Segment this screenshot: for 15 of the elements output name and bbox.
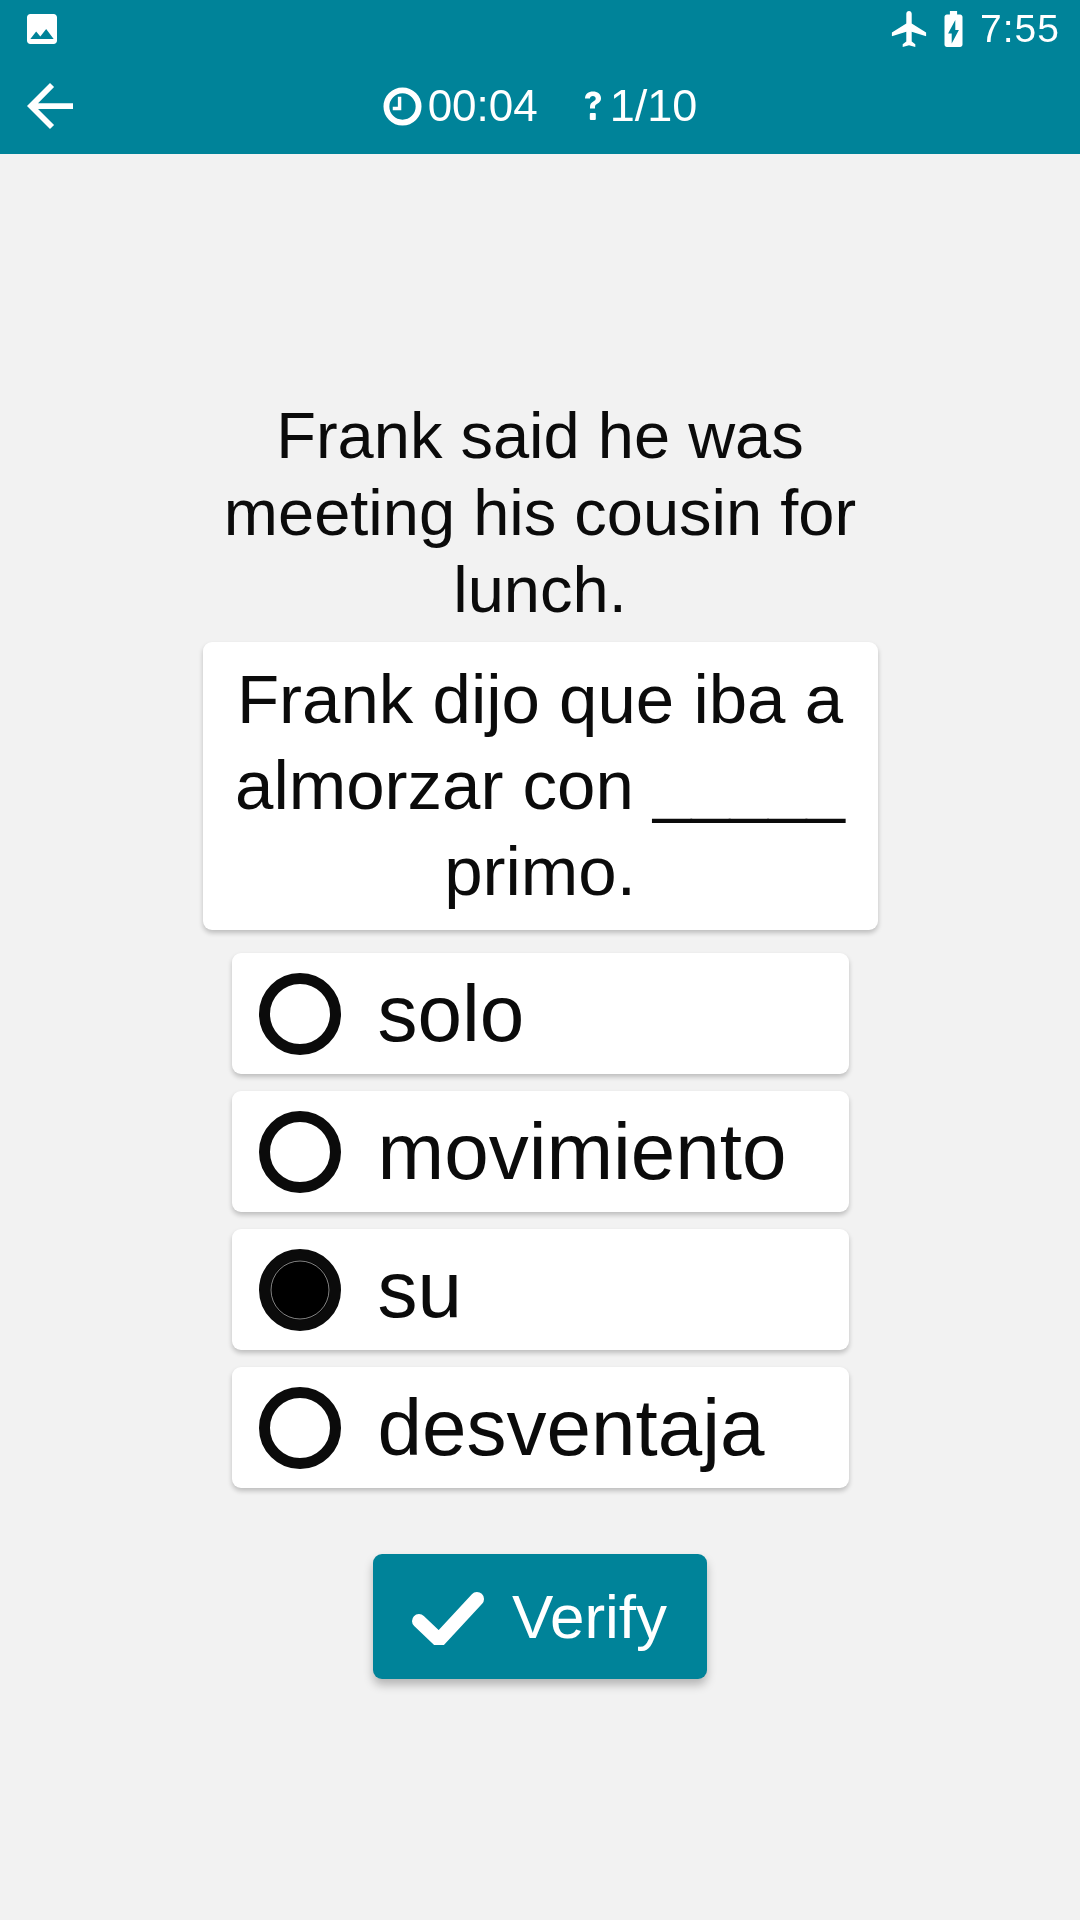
verify-button[interactable]: Verify xyxy=(373,1554,707,1679)
airplane-icon xyxy=(891,11,928,47)
progress-text: 1/10 xyxy=(609,80,698,132)
sentence-text: Frank dijo que iba a almorzar con _____ primo. xyxy=(234,660,847,912)
image-icon xyxy=(27,14,57,44)
answer-option[interactable]: desventaja xyxy=(231,1367,849,1488)
answer-option[interactable]: movimiento xyxy=(231,1091,849,1212)
back-arrow-icon xyxy=(27,83,73,129)
clock-icon xyxy=(382,86,422,126)
battery-charging-icon xyxy=(943,11,965,47)
answer-option[interactable]: solo xyxy=(231,953,849,1074)
status-time: 7:55 xyxy=(980,7,1060,51)
timer-text: 00:04 xyxy=(427,81,538,131)
answer-option[interactable]: su xyxy=(231,1229,849,1350)
prompt-text: Frank said he was meeting his cousin for lunch. xyxy=(222,398,858,628)
